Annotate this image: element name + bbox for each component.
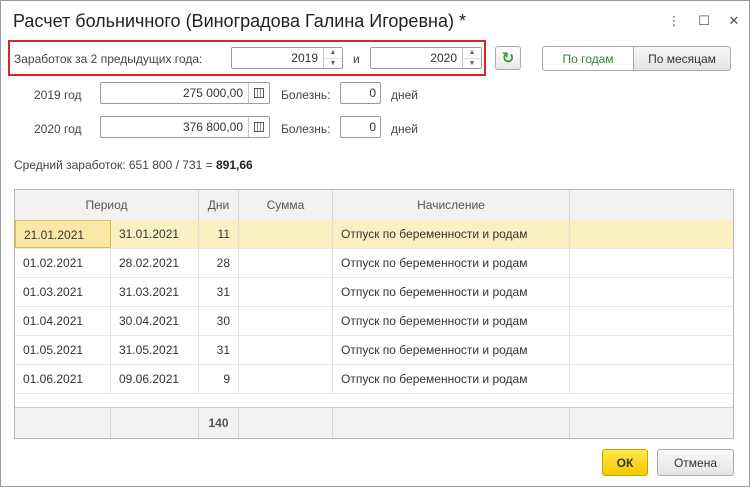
year2-stepper[interactable]: ▲ ▼: [462, 48, 481, 68]
by-months-toggle[interactable]: По месяцам: [634, 46, 731, 71]
year1-amount-field[interactable]: 275 000,00: [100, 82, 270, 104]
year2-row-label: 2020 год: [34, 122, 82, 136]
cell-period-to[interactable]: 31.05.2021: [111, 336, 199, 364]
cell-period-from[interactable]: 01.05.2021: [15, 336, 111, 364]
cell-sum[interactable]: [239, 307, 333, 335]
cell-sum[interactable]: [239, 220, 333, 248]
table-row[interactable]: 01.03.2021 31.03.2021 31 Отпуск по беременн…: [15, 278, 733, 307]
year2-amount-value: 376 800,00: [182, 120, 243, 134]
column-header-sum[interactable]: Сумма: [239, 190, 333, 220]
by-years-toggle[interactable]: По годам: [542, 46, 634, 71]
table-row[interactable]: 01.06.2021 09.06.2021 9 Отпуск по беременно…: [15, 365, 733, 394]
year2-illness-days-field[interactable]: 0: [340, 116, 381, 138]
spin-up-icon[interactable]: ▲: [324, 48, 342, 59]
table-header: Период Дни Сумма Начисление: [15, 190, 733, 221]
window-title: Расчет больничного (Виноградова Галина И…: [13, 11, 466, 31]
cell-accrual[interactable]: Отпуск по беременности и родам: [333, 278, 570, 306]
maximize-icon[interactable]: ☐: [697, 13, 711, 29]
and-label: и: [353, 52, 360, 66]
close-icon[interactable]: ✕: [727, 13, 741, 29]
earnings-period-label: Заработок за 2 предыдущих года:: [14, 52, 203, 66]
year1-row-label: 2019 год: [34, 88, 82, 102]
cell-sum[interactable]: [239, 249, 333, 277]
cell-period-to[interactable]: 30.04.2021: [111, 307, 199, 335]
year1-amount-value: 275 000,00: [182, 86, 243, 100]
calculator-icon[interactable]: [248, 83, 269, 103]
year2-field[interactable]: 2020 ▲ ▼: [370, 47, 482, 69]
year2-illness-days-value: 0: [369, 120, 376, 134]
cell-period-from[interactable]: 21.01.2021: [15, 220, 111, 248]
cell-days[interactable]: 9: [199, 365, 239, 393]
cell-days[interactable]: 31: [199, 336, 239, 364]
total-days: 140: [199, 408, 239, 438]
cell-period-from[interactable]: 01.02.2021: [15, 249, 111, 277]
illness-label: Болезнь:: [281, 88, 331, 102]
cell-period-to[interactable]: 31.03.2021: [111, 278, 199, 306]
ok-button[interactable]: ОК: [602, 449, 648, 476]
spin-down-icon[interactable]: ▼: [324, 59, 342, 69]
cell-days[interactable]: 28: [199, 249, 239, 277]
cell-period-to[interactable]: 09.06.2021: [111, 365, 199, 393]
days-unit-label: дней: [391, 122, 419, 136]
average-earnings-value: 891,66: [215, 158, 253, 172]
accrual-table[interactable]: Период Дни Сумма Начисление 21.01.2021 31…: [14, 189, 734, 439]
cell-sum[interactable]: [239, 278, 333, 306]
table-row[interactable]: 01.02.2021 28.02.2021 28 Отпуск по беременн…: [15, 249, 733, 278]
average-earnings-label: Средний заработок: 651 800 / 731 =: [14, 158, 213, 172]
year1-illness-days-value: 0: [369, 86, 376, 100]
cell-sum[interactable]: [239, 365, 333, 393]
cell-accrual[interactable]: Отпуск по беременности и родам: [333, 220, 570, 248]
cell-days[interactable]: 30: [199, 307, 239, 335]
more-menu-icon[interactable]: ⋮: [667, 13, 681, 29]
year1-illness-days-field[interactable]: 0: [340, 82, 381, 104]
cancel-button[interactable]: Отмена: [657, 449, 734, 476]
dialog-window: Расчет больничного (Виноградова Галина И…: [0, 0, 750, 487]
column-header-days[interactable]: Дни: [199, 190, 239, 220]
refresh-button[interactable]: ↻: [495, 46, 521, 70]
spin-up-icon[interactable]: ▲: [463, 48, 481, 59]
year2-amount-field[interactable]: 376 800,00: [100, 116, 270, 138]
cell-period-from[interactable]: 01.04.2021: [15, 307, 111, 335]
table-row[interactable]: 21.01.2021 31.01.2021 11 Отпуск по беременн…: [15, 220, 733, 249]
year1-value: 2019: [291, 51, 318, 65]
refresh-icon: ↻: [501, 50, 515, 67]
year2-value: 2020: [430, 51, 457, 65]
year1-stepper[interactable]: ▲ ▼: [323, 48, 342, 68]
average-earnings: Средний заработок: 651 800 / 731 = 891,6…: [14, 158, 253, 172]
cell-days[interactable]: 31: [199, 278, 239, 306]
spin-down-icon[interactable]: ▼: [463, 59, 481, 69]
table-footer: 140: [15, 407, 733, 438]
cell-period-to[interactable]: 31.01.2021: [111, 220, 199, 248]
cell-accrual[interactable]: Отпуск по беременности и родам: [333, 249, 570, 277]
table-row[interactable]: 01.05.2021 31.05.2021 31 Отпуск по беременн…: [15, 336, 733, 365]
cell-period-to[interactable]: 28.02.2021: [111, 249, 199, 277]
cell-accrual[interactable]: Отпуск по беременности и родам: [333, 336, 570, 364]
cell-sum[interactable]: [239, 336, 333, 364]
column-header-accrual[interactable]: Начисление: [333, 190, 570, 220]
table-row[interactable]: 01.04.2021 30.04.2021 30 Отпуск по беременн…: [15, 307, 733, 336]
cell-period-from[interactable]: 01.06.2021: [15, 365, 111, 393]
cell-days[interactable]: 11: [199, 220, 239, 248]
cell-period-from[interactable]: 01.03.2021: [15, 278, 111, 306]
illness-label: Болезнь:: [281, 122, 331, 136]
title-bar-controls: ⋮ ☐ ✕: [667, 13, 741, 29]
cell-accrual[interactable]: Отпуск по беременности и родам: [333, 365, 570, 393]
calculator-icon[interactable]: [248, 117, 269, 137]
cell-accrual[interactable]: Отпуск по беременности и родам: [333, 307, 570, 335]
column-header-period[interactable]: Период: [15, 190, 199, 220]
year1-field[interactable]: 2019 ▲ ▼: [231, 47, 343, 69]
days-unit-label: дней: [391, 88, 419, 102]
